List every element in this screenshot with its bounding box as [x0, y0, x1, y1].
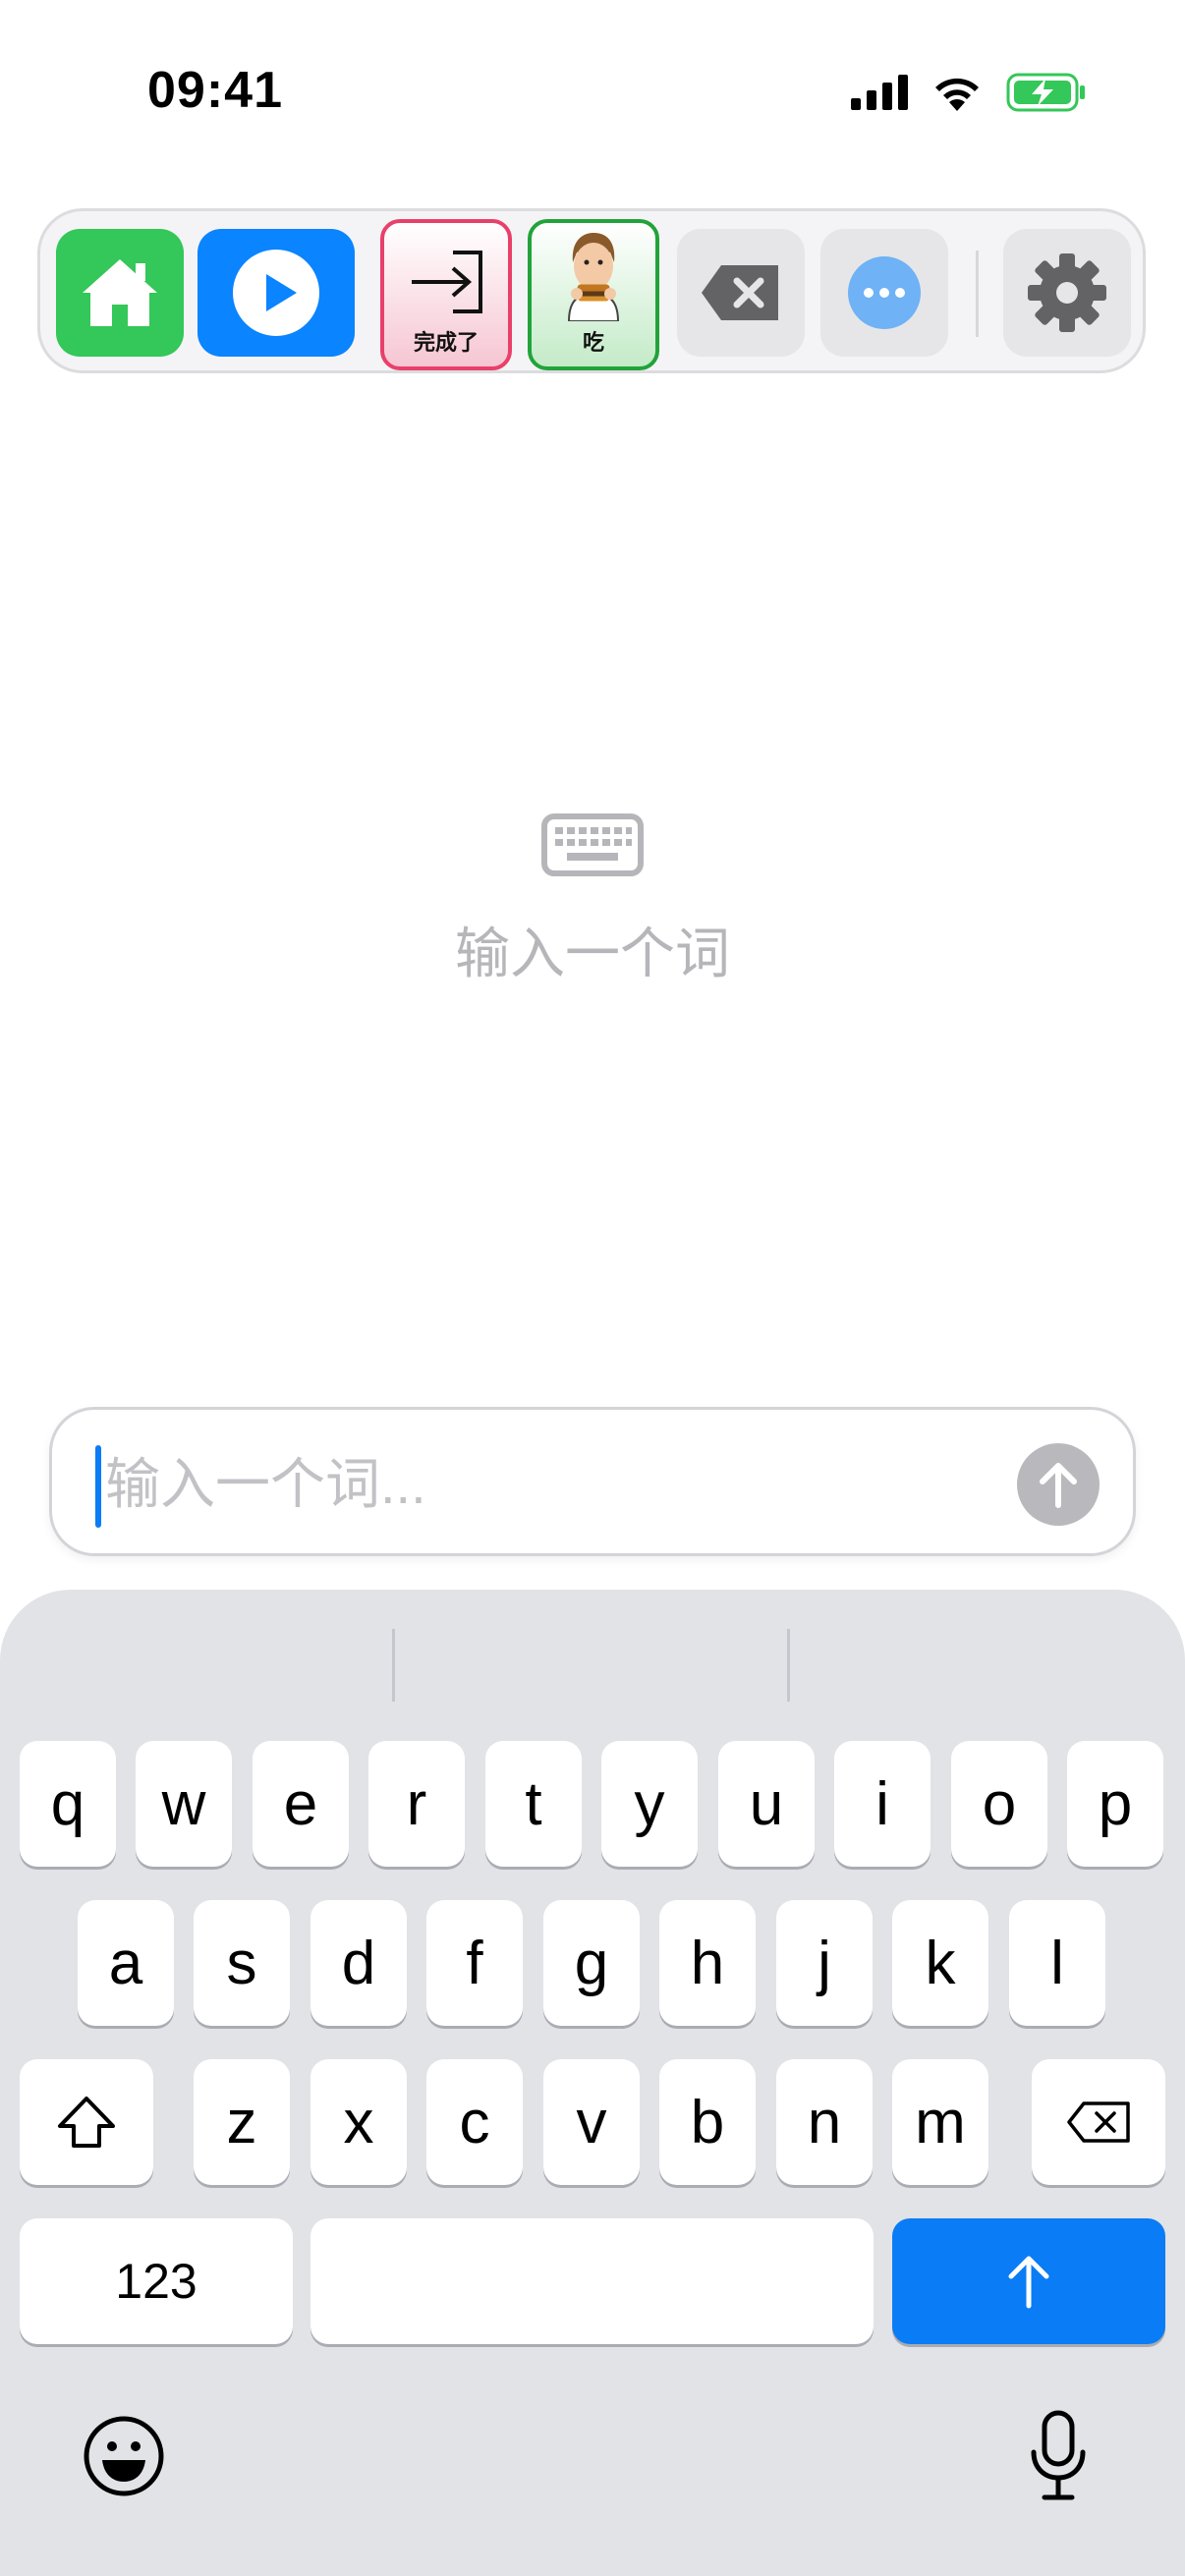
- key-v[interactable]: v: [543, 2059, 640, 2185]
- backspace-key[interactable]: [1032, 2059, 1165, 2185]
- keyboard-icon: [541, 813, 644, 881]
- key-z[interactable]: z: [194, 2059, 290, 2185]
- key-x[interactable]: x: [310, 2059, 407, 2185]
- dictation-button[interactable]: [1028, 2409, 1089, 2508]
- shift-key[interactable]: [20, 2059, 153, 2185]
- wifi-icon: [935, 78, 979, 111]
- key-y[interactable]: y: [601, 1741, 698, 1867]
- battery-charging-icon: [1006, 73, 1085, 112]
- symbol-card-eat[interactable]: 吃: [528, 219, 659, 370]
- key-k[interactable]: k: [892, 1900, 988, 2026]
- arrow-up-icon: [1008, 2256, 1049, 2309]
- key-c[interactable]: c: [426, 2059, 523, 2185]
- suggestion-divider: [787, 1629, 790, 1702]
- emoji-icon: [84, 2416, 164, 2496]
- key-a[interactable]: a: [78, 1900, 174, 2026]
- play-button[interactable]: [198, 229, 355, 357]
- key-s[interactable]: s: [194, 1900, 290, 2026]
- symbol-card-done[interactable]: 完成了: [380, 219, 512, 370]
- key-e[interactable]: e: [253, 1741, 349, 1867]
- word-input[interactable]: [103, 1435, 991, 1532]
- key-j[interactable]: j: [776, 1900, 873, 2026]
- person-eating-burger-icon: [567, 233, 620, 321]
- suggestion-divider: [392, 1629, 395, 1702]
- symbol-card-label: 吃: [582, 330, 604, 355]
- key-d[interactable]: d: [310, 1900, 407, 2026]
- key-o[interactable]: o: [951, 1741, 1047, 1867]
- empty-state-text: 输入一个词: [455, 923, 730, 984]
- return-key[interactable]: [892, 2218, 1165, 2344]
- key-g[interactable]: g: [543, 1900, 640, 2026]
- space-key[interactable]: [310, 2218, 874, 2344]
- symbol-card-label: 完成了: [413, 330, 479, 355]
- microphone-icon: [1031, 2410, 1086, 2500]
- key-i[interactable]: i: [834, 1741, 931, 1867]
- shift-icon: [58, 2097, 115, 2148]
- numbers-key[interactable]: 123: [20, 2218, 293, 2344]
- arrow-into-bracket-icon: [412, 251, 482, 313]
- keyboard: q w e r t y u i o p a s d f g h j k l z …: [0, 1590, 1185, 2576]
- send-button[interactable]: [1017, 1443, 1100, 1526]
- emoji-button[interactable]: [83, 2415, 165, 2502]
- delete-left-icon: [1067, 2101, 1130, 2143]
- key-t[interactable]: t: [485, 1741, 582, 1867]
- gear-icon: [1028, 253, 1106, 332]
- delete-button[interactable]: [677, 229, 805, 357]
- delete-left-icon: [702, 265, 778, 320]
- key-b[interactable]: b: [659, 2059, 756, 2185]
- status-icons: [851, 65, 1087, 120]
- status-time: 09:41: [147, 62, 283, 119]
- key-f[interactable]: f: [426, 1900, 523, 2026]
- key-p[interactable]: p: [1067, 1741, 1163, 1867]
- key-q[interactable]: q: [20, 1741, 116, 1867]
- toolbar: 完成了 吃: [37, 208, 1146, 373]
- settings-button[interactable]: [1003, 229, 1131, 357]
- more-button[interactable]: [820, 229, 948, 357]
- cellular-signal-icon: [851, 75, 908, 110]
- home-icon: [83, 259, 157, 326]
- play-icon: [233, 250, 319, 336]
- key-w[interactable]: w: [136, 1741, 232, 1867]
- word-input-container: [49, 1407, 1136, 1556]
- toolbar-divider: [976, 251, 979, 337]
- key-n[interactable]: n: [776, 2059, 873, 2185]
- key-h[interactable]: h: [659, 1900, 756, 2026]
- key-l[interactable]: l: [1009, 1900, 1105, 2026]
- arrow-up-icon: [1040, 1463, 1077, 1508]
- text-caret: [95, 1445, 101, 1528]
- ellipsis-circle-icon: [848, 256, 921, 329]
- key-m[interactable]: m: [892, 2059, 988, 2185]
- home-button[interactable]: [56, 229, 184, 357]
- key-r[interactable]: r: [368, 1741, 465, 1867]
- key-u[interactable]: u: [718, 1741, 815, 1867]
